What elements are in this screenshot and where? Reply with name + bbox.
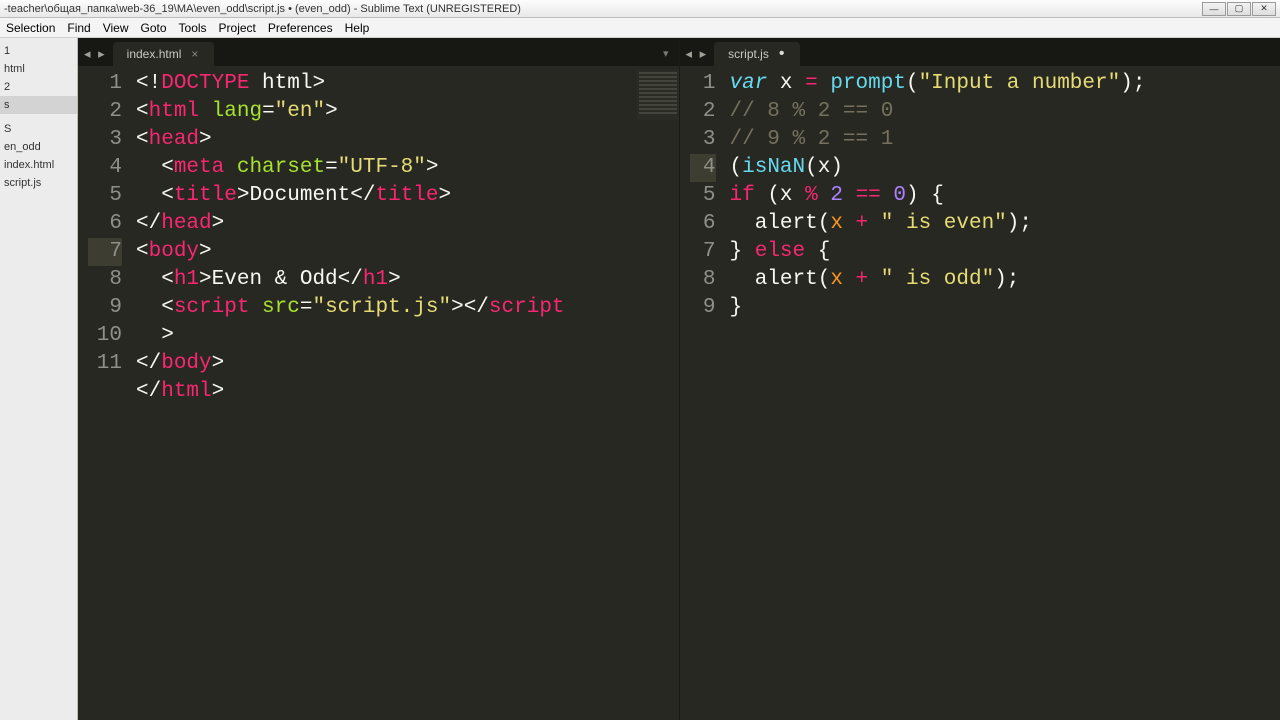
tab-dropdown-icon[interactable]: ▾: [663, 47, 669, 60]
menu-item[interactable]: Project: [219, 21, 256, 35]
sidebar-item[interactable]: s: [0, 96, 77, 114]
window-controls: — ▢ ✕: [1202, 2, 1276, 16]
menu-item[interactable]: View: [103, 21, 129, 35]
sidebar-item[interactable]: 2: [0, 78, 77, 96]
menu-bar: Selection Find View Goto Tools Project Prefere…: [0, 18, 1280, 38]
menu-item[interactable]: Find: [67, 21, 90, 35]
minimize-button[interactable]: —: [1202, 2, 1226, 16]
menu-item[interactable]: Help: [345, 21, 370, 35]
tab-close-icon[interactable]: ×: [191, 47, 198, 61]
code-editor[interactable]: 1234567891011<!DOCTYPE html><html lang="…: [78, 66, 679, 720]
line-gutter: 1234567891011: [78, 66, 132, 720]
tab-title: script.js: [728, 47, 769, 61]
side-bar[interactable]: 1html2sSen_oddindex.htmlscript.js: [0, 38, 78, 720]
sidebar-item[interactable]: script.js: [0, 174, 77, 192]
code-area[interactable]: var x = prompt("Input a number");// 8 % …: [726, 66, 1280, 720]
menu-item[interactable]: Tools: [179, 21, 207, 35]
dirty-indicator-icon: •: [779, 50, 785, 58]
line-gutter: 123456789: [680, 66, 726, 720]
sidebar-item[interactable]: S: [0, 120, 77, 138]
editor-pane: ◂ ▸ script.js • 123456789var x = prompt("In…: [679, 38, 1280, 720]
menu-item[interactable]: Preferences: [268, 21, 333, 35]
window-titlebar: -teacher\общая_папка\web-36_19\MA\even_o…: [0, 0, 1280, 18]
tab-bar: ◂ ▸ script.js •: [680, 38, 1280, 66]
file-tab[interactable]: index.html ×: [113, 42, 215, 66]
code-area[interactable]: <!DOCTYPE html><html lang="en"><head> <m…: [132, 66, 679, 720]
menu-item[interactable]: Goto: [141, 21, 167, 35]
window-title: -teacher\общая_папка\web-36_19\MA\even_o…: [4, 3, 521, 15]
maximize-button[interactable]: ▢: [1227, 2, 1251, 16]
minimap[interactable]: [637, 70, 679, 120]
tab-nav-arrows[interactable]: ◂ ▸: [684, 46, 715, 66]
sidebar-item[interactable]: 1: [0, 42, 77, 60]
sidebar-item[interactable]: index.html: [0, 156, 77, 174]
file-tab[interactable]: script.js •: [714, 42, 800, 66]
menu-item[interactable]: Selection: [6, 21, 55, 35]
sidebar-item[interactable]: html: [0, 60, 77, 78]
close-button[interactable]: ✕: [1252, 2, 1276, 16]
tab-bar: ◂ ▸ index.html × ▾: [78, 38, 679, 66]
code-editor[interactable]: 123456789var x = prompt("Input a number"…: [680, 66, 1280, 720]
editor-pane: ◂ ▸ index.html × ▾ 1234567891011<!DOCTYPE ht…: [78, 38, 679, 720]
tab-nav-arrows[interactable]: ◂ ▸: [82, 46, 113, 66]
tab-title: index.html: [127, 47, 182, 61]
sidebar-item[interactable]: en_odd: [0, 138, 77, 156]
